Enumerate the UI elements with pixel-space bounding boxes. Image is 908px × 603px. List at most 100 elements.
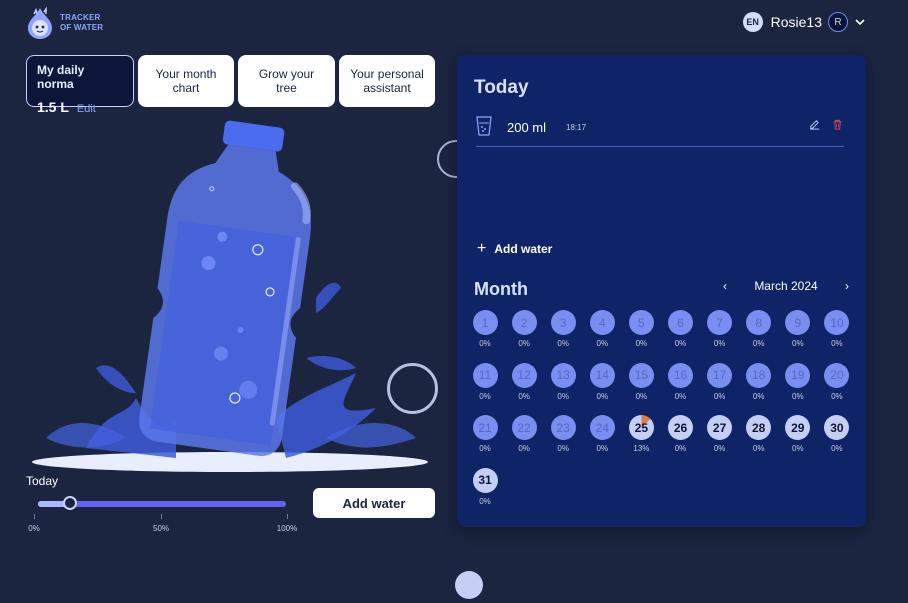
add-water-button[interactable]: Add water [313,488,435,518]
calendar-day[interactable]: 24 0% [582,415,622,453]
calendar-day[interactable]: 9 0% [778,310,818,348]
calendar-day[interactable]: 3 0% [543,310,583,348]
day-number: 9 [785,310,811,335]
day-percentage: 0% [674,391,687,401]
today-section-title: Today [474,77,529,98]
day-number: 26 [668,415,693,440]
today-progress-label: Today [26,474,59,488]
calendar-day[interactable]: 21 0% [465,415,505,453]
day-percentage: 0% [792,339,804,348]
daily-norma-title: My daily norma [37,63,85,91]
day-number: 30 [824,415,850,440]
day-percentage: 0% [479,444,491,453]
add-water-link[interactable]: + Add water [477,240,552,257]
decorative-bubble [455,571,483,599]
avatar[interactable]: R [828,12,848,32]
edit-icon[interactable] [809,119,820,130]
day-number: 19 [785,362,811,388]
calendar-day[interactable]: 11 0% [465,362,505,401]
calendar-day[interactable]: 19 0% [778,362,818,401]
month-section-title: Month [474,279,528,299]
calendar-day[interactable]: 4 0% [582,310,622,348]
calendar-day[interactable]: 8 0% [739,310,779,348]
personal-assistant-button[interactable]: Your personal assistant [339,55,435,107]
calendar-day[interactable]: 2 0% [504,310,544,348]
calendar-day[interactable]: 1 0% [465,310,505,348]
day-percentage: 0% [479,391,491,401]
day-percentage: 0% [831,339,843,348]
water-glass-icon [476,116,492,136]
calendar-day[interactable]: 29 0% [778,415,818,453]
daily-progress-bar[interactable] [38,496,286,510]
edit-norma-button[interactable]: Edit [77,103,96,115]
day-number: 22 [511,415,537,440]
calendar-day[interactable]: 31 0% [465,467,505,506]
calendar-day[interactable]: 30 0% [817,415,857,453]
calendar-day[interactable]: 6 0% [661,310,701,348]
calendar-day[interactable]: 23 0% [543,415,583,453]
calendar-day[interactable]: 14 0% [582,362,622,401]
plus-icon: + [477,240,487,257]
daily-norma-value: 1.5 L [37,99,69,115]
calendar-day[interactable]: 26 0% [661,415,701,453]
entry-amount: 200 ml [507,120,547,135]
day-number: 13 [550,362,576,388]
day-number: 4 [589,310,615,335]
calendar-day[interactable]: 16 0% [661,362,701,401]
calendar-day[interactable]: 20 0% [817,362,857,401]
calendar-day[interactable]: 27 0% [700,415,740,453]
brand-logo[interactable]: TRACKER OF WATER [24,6,103,40]
day-percentage: 0% [557,339,569,348]
calendar-day[interactable]: 22 0% [504,415,544,453]
calendar-day[interactable]: 18 0% [739,362,779,401]
tick-label-0: 0% [28,524,40,533]
calendar-day[interactable]: 17 0% [700,362,740,401]
day-percentage: 0% [792,391,804,401]
prev-month-button[interactable]: ‹ [723,279,727,293]
calendar-day[interactable]: 28 0% [739,415,779,453]
username[interactable]: Rosie13 [771,14,822,30]
calendar-day[interactable]: 7 0% [700,310,740,348]
calendar-day[interactable]: 15 0% [621,362,661,401]
day-percentage: 0% [713,444,726,453]
day-percentage: 0% [518,444,530,453]
day-percentage: 0% [596,391,609,401]
day-percentage: 0% [831,444,843,453]
calendar-day[interactable]: 25 13% [621,415,661,453]
day-number: 1 [472,310,498,335]
day-percentage: 0% [479,339,491,348]
day-percentage: 0% [635,339,648,348]
user-menu[interactable]: EN Rosie13 R [742,12,866,32]
calendar-day[interactable]: 13 0% [543,362,583,401]
day-percentage: 0% [596,444,609,453]
day-percentage: 0% [674,339,687,348]
calendar-day[interactable]: 5 0% [621,310,661,348]
month-chart-button[interactable]: Your month chart [138,55,234,107]
day-percentage: 0% [479,496,491,506]
next-month-button[interactable]: › [845,279,849,293]
day-number: 11 [472,362,498,388]
day-number: 27 [707,415,733,440]
day-number: 2 [511,310,537,335]
chevron-down-icon[interactable] [854,16,866,28]
calendar-day[interactable]: 10 0% [817,310,857,348]
day-number: 3 [550,310,576,335]
day-percentage: 13% [633,444,650,453]
brand-line-1: TRACKER [60,13,101,22]
month-navigator: ‹ March 2024 › [723,279,849,293]
progress-thumb[interactable] [63,496,78,510]
language-switch[interactable]: EN [742,12,763,32]
tick-mark [161,514,162,519]
day-percentage: 0% [674,444,687,453]
day-number: 25 [628,415,654,440]
day-number: 29 [785,415,811,440]
day-percentage: 0% [713,391,726,401]
water-drop-mascot-icon [28,6,52,39]
day-number: 8 [746,310,772,335]
grow-tree-button[interactable]: Grow your tree [238,55,335,107]
day-number: 18 [746,362,772,388]
calendar-day[interactable]: 12 0% [504,362,544,401]
day-percentage: 0% [752,444,765,453]
trash-icon[interactable] [832,119,843,130]
tick-mark [287,514,288,519]
